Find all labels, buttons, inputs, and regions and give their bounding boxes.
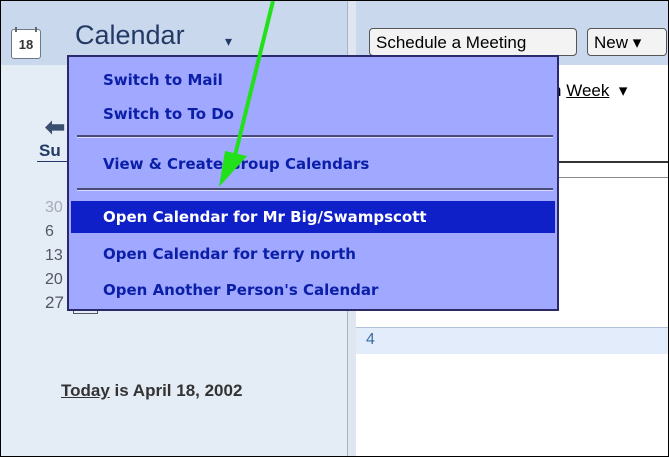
schedule-meeting-button[interactable]: Schedule a Meeting [369, 28, 577, 56]
week-view-link[interactable]: Week [566, 81, 609, 100]
screenshot-frame: 18 Calendar ▾ ⬅ Su 30 6 13 20 27 28 29 3… [0, 0, 669, 457]
menu-item-open-calendar-mr-big[interactable]: Open Calendar for Mr Big/Swampscott [71, 201, 555, 233]
new-button[interactable]: New ▾ [587, 28, 667, 56]
view-selector[interactable]: n Week ▾ [552, 81, 627, 101]
mini-calendar-day[interactable]: 20 [45, 268, 63, 292]
chevron-down-icon[interactable]: ▾ [619, 81, 628, 100]
calendar-title: Calendar [75, 20, 185, 50]
mini-calendar-day[interactable]: 13 [45, 244, 63, 268]
today-info: Today is April 18, 2002 [61, 381, 242, 401]
calendar-app-icon[interactable]: 18 [11, 27, 41, 59]
menu-item-group-calendars[interactable]: View & Create Group Calendars [103, 151, 369, 177]
calendar-menu-button[interactable]: Calendar ▾ [69, 11, 269, 61]
mini-calendar-day[interactable]: 30 [45, 196, 63, 220]
menu-item-open-calendar-terry-north[interactable]: Open Calendar for terry north [103, 241, 356, 267]
calendar-dropdown-menu: Switch to Mail Switch to To Do View & Cr… [67, 55, 559, 311]
mini-calendar-day[interactable]: 27 [45, 293, 64, 313]
calendar-day-number[interactable]: 4 [366, 331, 375, 349]
mini-calendar-day[interactable]: 6 [45, 220, 63, 244]
today-link[interactable]: Today [61, 381, 110, 400]
arrow-left-icon[interactable]: ⬅ [45, 113, 65, 142]
mini-calendar-day-header: Su [39, 141, 61, 160]
menu-item-switch-to-mail[interactable]: Switch to Mail [103, 67, 223, 93]
today-date-text: is April 18, 2002 [109, 381, 243, 400]
mini-calendar-header-divider [37, 161, 71, 162]
chevron-down-icon: ▾ [225, 33, 233, 49]
menu-item-open-another-calendar[interactable]: Open Another Person's Calendar [103, 277, 378, 303]
menu-separator [77, 188, 553, 191]
menu-separator [77, 135, 553, 138]
mini-calendar-partial-column: 30 6 13 20 [45, 196, 63, 292]
menu-item-switch-to-todo[interactable]: Switch to To Do [103, 101, 234, 127]
calendar-day-cell[interactable]: 4 [356, 327, 668, 354]
